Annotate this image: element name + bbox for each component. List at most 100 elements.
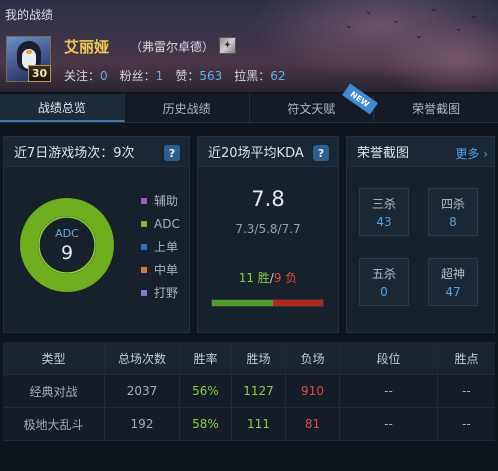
cell-lp: -- (462, 417, 471, 431)
cell-winrate: 56% (180, 375, 232, 407)
honor-penta-kill[interactable]: 五杀 0 (359, 258, 409, 306)
legend-swatch (141, 220, 147, 227)
kda-title: 近20场平均KDA (208, 146, 304, 161)
cell-lp: -- (462, 384, 471, 398)
follow-count[interactable]: 0 (100, 69, 108, 83)
table-row[interactable]: 极地大乱斗 192 58% 111 81 -- -- (3, 408, 495, 441)
cell-wins: 111 (232, 408, 286, 440)
kda-panel: 近20场平均KDA ? 7.8 7.3/5.8/7.7 11 胜/9 负 (197, 136, 339, 333)
tab-runes[interactable]: 符文天赋 NEW (250, 83, 379, 122)
honor-legendary[interactable]: 超神 47 (428, 258, 478, 306)
header-losses: 负场 (286, 342, 340, 374)
honor-quadra-kill[interactable]: 四杀 8 (428, 188, 478, 236)
legend-label: ADC (154, 216, 180, 231)
honor-panel: 荣誉截图 更多 › 三杀 43 四杀 8 五杀 0 超神 47 (346, 136, 495, 333)
legend-swatch (141, 197, 147, 204)
header-winrate: 胜率 (180, 342, 232, 374)
player-name: 艾丽娅 (64, 38, 110, 56)
honor-label: 超神 (440, 267, 465, 281)
donut-center-value: 9 (60, 241, 74, 264)
header-type: 类型 (3, 342, 105, 374)
tab-honor[interactable]: 荣誉截图 (374, 94, 498, 122)
cell-rank: -- (340, 408, 438, 440)
legend-swatch (141, 266, 147, 273)
honor-value: 0 (380, 285, 388, 299)
honor-value: 43 (376, 215, 392, 229)
recent-games-title: 近7日游戏场次：9次 (14, 146, 135, 161)
likes-count[interactable]: 563 (199, 69, 222, 83)
table-header-row: 类型 总场次数 胜率 胜场 负场 段位 胜点 (3, 342, 495, 375)
block-count[interactable]: 62 (270, 69, 285, 83)
bird-icon: ⌄ (430, 4, 438, 14)
page-title: 我的战绩 (5, 8, 54, 22)
win-loss-bar (211, 299, 324, 307)
legend-label: 上单 (154, 240, 179, 254)
mode-stats-table: 类型 总场次数 胜率 胜场 负场 段位 胜点 经典对战 2037 56% 112… (3, 342, 495, 441)
help-icon[interactable]: ? (313, 145, 329, 161)
cell-type: 经典对战 (3, 375, 105, 407)
tab-history[interactable]: 历史战绩 (125, 94, 250, 122)
donut-center-label: ADC (55, 226, 79, 240)
header-rank: 段位 (340, 342, 438, 374)
tab-overview[interactable]: 战绩总览 (0, 94, 125, 122)
kda-header: 近20场平均KDA ? (198, 137, 338, 167)
bird-icon: ⌄ (365, 7, 373, 17)
legend-label: 中单 (154, 263, 179, 277)
header-wins: 胜场 (232, 342, 286, 374)
honor-triple-kill[interactable]: 三杀 43 (359, 188, 409, 236)
losses-text: 9 负 (273, 271, 298, 285)
server-name: （弗雷尔卓德） (130, 40, 215, 54)
legend-item-adc: ADC (141, 212, 180, 235)
bird-icon: ⌄ (455, 24, 463, 34)
wins-text: 11 胜 (238, 271, 270, 285)
help-icon[interactable]: ? (164, 145, 180, 161)
role-legend: 辅助 ADC 上单 中单 打野 (141, 189, 180, 304)
legend-item-jungle: 打野 (141, 281, 180, 304)
cell-winrate: 58% (180, 408, 232, 440)
fans-label: 粉丝： (119, 69, 156, 83)
bird-icon: ⌄ (470, 11, 478, 21)
honor-value: 8 (449, 215, 457, 229)
more-link[interactable]: 更多 › (455, 145, 488, 162)
tab-bar: 战绩总览 历史战绩 符文天赋 NEW 荣誉截图 (0, 83, 498, 123)
cell-total: 2037 (105, 375, 180, 407)
cell-wins: 1127 (232, 375, 286, 407)
penguin-beak (26, 50, 32, 54)
donut-center: ADC 9 (19, 197, 115, 293)
rank-icon: ✦ (219, 37, 236, 54)
header-total: 总场次数 (105, 342, 180, 374)
legend-item-support: 辅助 (141, 189, 180, 212)
cell-total: 192 (105, 408, 180, 440)
bird-icon: ⌄ (415, 31, 423, 41)
header-lp: 胜点 (454, 351, 479, 366)
recent-games-panel: 近7日游戏场次：9次 ? ADC 9 辅助 ADC 上单 中单 打野 (3, 136, 190, 333)
legend-label: 辅助 (154, 194, 179, 208)
likes-label: 赞： (175, 69, 200, 83)
fans-count[interactable]: 1 (156, 69, 164, 83)
cell-type: 极地大乱斗 (3, 408, 105, 440)
role-donut-chart: ADC 9 (19, 197, 115, 293)
honor-label: 三杀 (371, 197, 396, 211)
kda-detail: 7.3/5.8/7.7 (235, 222, 301, 236)
follow-label: 关注： (64, 69, 101, 83)
level-badge: 30 (28, 65, 51, 82)
tab-runes-label: 符文天赋 (287, 101, 336, 116)
loss-bar-fill (273, 300, 323, 306)
cell-losses: 81 (286, 408, 340, 440)
win-loss-text: 11 胜/9 负 (198, 269, 338, 286)
table-row[interactable]: 经典对战 2037 56% 1127 910 -- -- (3, 375, 495, 408)
honor-label: 五杀 (371, 267, 396, 281)
legend-swatch (141, 289, 147, 296)
legend-item-top: 上单 (141, 235, 180, 258)
cell-rank: -- (340, 375, 438, 407)
bird-icon: ⌄ (345, 21, 353, 31)
honor-value: 47 (445, 285, 461, 299)
honor-header: 荣誉截图 更多 › (347, 137, 494, 167)
bird-icon: ⌄ (392, 16, 400, 26)
legend-item-mid: 中单 (141, 258, 180, 281)
honor-title: 荣誉截图 (357, 146, 410, 161)
more-label: 更多 (455, 147, 480, 161)
cell-losses: 910 (286, 375, 340, 407)
kda-value: 7.8 (251, 187, 285, 211)
block-label: 拉黑： (234, 69, 271, 83)
